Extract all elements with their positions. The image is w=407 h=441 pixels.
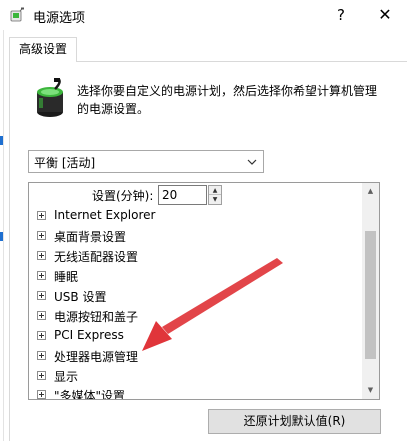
scroll-thumb[interactable] — [365, 231, 376, 359]
tree-item-label: 显示 — [54, 370, 79, 384]
minutes-value: 20 — [162, 188, 178, 202]
tree-item-label: 桌面背景设置 — [54, 230, 127, 244]
tree-item-pci-express[interactable]: PCI Express — [37, 326, 357, 346]
title-bar: 电源选项 ? ✕ — [0, 0, 407, 30]
edge-mark — [0, 136, 3, 145]
power-plan-value: 平衡 [活动] — [34, 156, 96, 170]
restore-defaults-button[interactable]: 还原计划默认值(R) — [208, 409, 381, 434]
window-title: 电源选项 — [33, 11, 86, 26]
expand-icon[interactable] — [37, 311, 46, 320]
tree-item-label: 电源按钮和盖子 — [54, 310, 139, 324]
spin-up-icon[interactable]: ▲ — [209, 186, 221, 195]
power-plan-select[interactable]: 平衡 [活动] — [28, 150, 264, 173]
settings-tree[interactable]: 设置(分钟): 20 ▲ ▼ Internet Explorer 桌面背景设置 … — [28, 182, 380, 400]
expand-icon[interactable] — [37, 251, 46, 260]
spin-down-icon[interactable]: ▼ — [209, 195, 221, 204]
minutes-spinner[interactable]: ▲ ▼ — [208, 185, 222, 205]
tree-item-label: Internet Explorer — [54, 208, 156, 222]
tree-item-power-buttons[interactable]: 电源按钮和盖子 — [37, 306, 357, 326]
minutes-input[interactable]: 20 — [158, 185, 207, 205]
scroll-up-icon[interactable]: ▲ — [362, 183, 379, 200]
tab-advanced-settings[interactable]: 高级设置 — [9, 37, 77, 62]
vertical-scrollbar[interactable]: ▲ ▼ — [362, 183, 379, 399]
background-window-edge — [0, 0, 4, 441]
help-button[interactable]: ? — [327, 3, 355, 27]
expand-icon[interactable] — [37, 371, 46, 380]
chevron-down-icon — [247, 159, 257, 165]
tree-item-label: 睡眠 — [54, 270, 79, 284]
tree-item-processor-power[interactable]: 处理器电源管理 — [37, 346, 357, 366]
expand-icon[interactable] — [37, 331, 46, 340]
expand-icon[interactable] — [37, 291, 46, 300]
expand-icon[interactable] — [37, 211, 46, 220]
battery-icon — [37, 78, 63, 117]
plan-description: 选择你要自定义的电源计划，然后选择你希望计算机管理的电源设置。 — [77, 84, 378, 116]
tree-item-internet-explorer[interactable]: Internet Explorer — [37, 206, 357, 226]
setting-label: 设置(分钟): — [92, 189, 154, 203]
tree-item-usb[interactable]: USB 设置 — [37, 286, 357, 306]
tree-item-multimedia[interactable]: "多媒体"设置 — [37, 385, 357, 400]
tree-item-label: PCI Express — [54, 328, 124, 342]
tree-item-wireless-adapter[interactable]: 无线适配器设置 — [37, 246, 357, 266]
setting-row: 设置(分钟): 20 ▲ ▼ — [29, 183, 359, 207]
tree-item-label: 处理器电源管理 — [54, 350, 139, 364]
tree-item-label: USB 设置 — [54, 290, 107, 304]
tree-item-desktop-background[interactable]: 桌面背景设置 — [37, 226, 357, 246]
tree-item-label: 无线适配器设置 — [54, 250, 139, 264]
expand-icon[interactable] — [37, 390, 46, 399]
tree-item-sleep[interactable]: 睡眠 — [37, 266, 357, 286]
tree-item-display[interactable]: 显示 — [37, 366, 357, 386]
expand-icon[interactable] — [37, 271, 46, 280]
expand-icon[interactable] — [37, 351, 46, 360]
power-options-icon — [10, 7, 24, 22]
scroll-down-icon[interactable]: ▼ — [362, 382, 379, 399]
expand-icon[interactable] — [37, 231, 46, 240]
close-button[interactable]: ✕ — [370, 3, 400, 27]
tree-item-label: "多媒体"设置 — [54, 389, 126, 400]
edge-mark — [0, 232, 3, 241]
